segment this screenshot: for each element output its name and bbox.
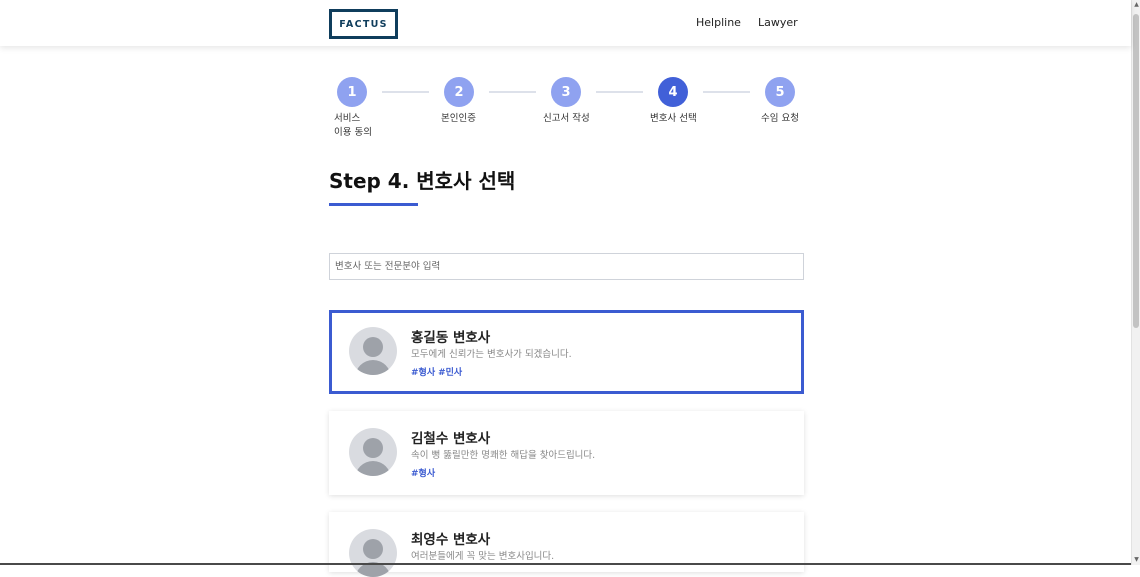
step-4-circle-active: 4	[658, 77, 688, 107]
tag-badge: #민사	[438, 368, 463, 378]
vertical-scrollbar[interactable]: ▲ ▼	[1131, 0, 1140, 565]
step-2-circle: 2	[444, 77, 474, 107]
lawyer-card[interactable]: 김철수 변호사 속이 뻥 뚫릴만한 명쾌한 해답을 찾아드립니다. #형사	[329, 411, 804, 495]
lawyer-card-selected[interactable]: 홍길동 변호사 모두에게 신뢰가는 변호사가 되겠습니다. #형사 #민사	[329, 310, 804, 394]
step-connector	[382, 91, 429, 93]
lawyer-description: 모두에게 신뢰가는 변호사가 되겠습니다.	[411, 349, 572, 360]
lawyer-description: 속이 뻥 뚫릴만한 명쾌한 해답을 찾아드립니다.	[411, 450, 596, 461]
lawyer-search-input[interactable]	[329, 253, 804, 280]
step-5-circle: 5	[765, 77, 795, 107]
lawyer-name: 김철수 변호사	[411, 431, 491, 447]
tag-badge: #형사	[411, 469, 436, 479]
step-5-label: 수임 요청	[761, 113, 799, 124]
step-1-label: 서비스 이용 동의	[334, 113, 372, 138]
step-connector	[596, 91, 643, 93]
triangle-up-icon[interactable]: ▲	[1133, 0, 1140, 10]
lawyer-name: 최영수 변호사	[411, 532, 491, 548]
step-3-circle: 3	[551, 77, 581, 107]
title-underline	[329, 203, 418, 206]
nav-helpline-link[interactable]: Helpline	[696, 16, 741, 29]
top-header: FACTUS Helpline Lawyer	[0, 0, 1131, 46]
triangle-down-icon[interactable]: ▼	[1133, 555, 1140, 565]
lawyer-description: 여러분들에게 꼭 맞는 변호사입니다.	[411, 551, 555, 562]
step-3-label: 신고서 작성	[543, 113, 590, 124]
step-1-circle: 1	[337, 77, 367, 107]
nav-lawyer-link[interactable]: Lawyer	[758, 16, 798, 29]
lawyer-tags: #형사	[411, 466, 438, 479]
step-connector	[703, 91, 750, 93]
tag-badge: #형사	[411, 368, 436, 378]
step-connector	[489, 91, 536, 93]
user-placeholder-icon	[349, 327, 397, 375]
lawyer-name: 홍길동 변호사	[411, 330, 491, 346]
page-title: Step 4. 변호사 선택	[329, 169, 516, 193]
factus-logo[interactable]: FACTUS	[329, 9, 398, 39]
lawyer-tags: #형사 #민사	[411, 365, 465, 378]
user-placeholder-icon	[349, 428, 397, 476]
step-progress: 1 2 3 4 5 서비스 이용 동의 본인인증 신고서 작성 변호사 선택 수…	[329, 76, 804, 146]
step-2-label: 본인인증	[441, 113, 476, 124]
user-placeholder-icon	[349, 529, 397, 577]
scrollbar-thumb[interactable]	[1133, 14, 1139, 328]
step-4-label: 변호사 선택	[650, 113, 697, 124]
